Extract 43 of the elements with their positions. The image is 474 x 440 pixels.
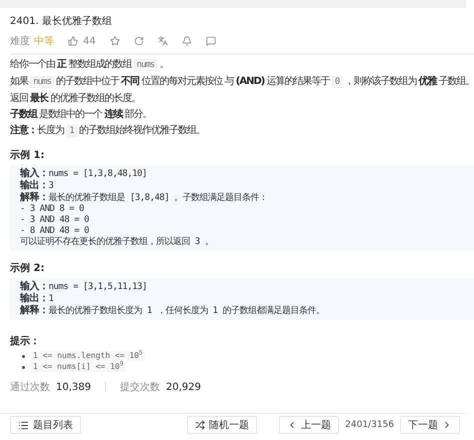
hints-heading: 提示： <box>10 334 41 348</box>
description-text: 子数组 是数组中的一个 连续 部分。 <box>10 108 153 121</box>
example-line: 输入：nums = [3,1,5,11,13] <box>20 281 148 292</box>
shuffle-icon <box>195 420 206 430</box>
problem-position: 2401/3156 <box>345 420 394 430</box>
translate-icon[interactable] <box>158 36 168 46</box>
bullet-icon <box>22 354 25 358</box>
description-text: 如果 nums 的子数组中位于 不同 位置的每对元素按位 与 (AND) 运算的结果等于 0 ，则称该子数组为 优雅 子数组。 <box>10 75 474 89</box>
bullet-icon <box>22 366 25 368</box>
problem-title: 2401. 最长优雅子数组 <box>10 14 113 28</box>
description-text: 给你一个由 正 整数组成的数组 nums 。 <box>10 58 170 72</box>
hint-text: 1 <= nums[i] <= 10$^{9}$ <box>31 362 126 372</box>
random-button[interactable]: 随机一题 <box>187 416 258 434</box>
example-heading: 示例 1: <box>10 148 46 162</box>
problem-list-button[interactable]: 题目列表 <box>10 416 81 434</box>
comment-icon[interactable] <box>206 36 216 46</box>
refresh-icon[interactable] <box>134 36 144 46</box>
description-text: 返回 最长 的优雅子数组的长度。 <box>10 92 142 105</box>
example-line: 输入：nums = [1,3,8,48,10] <box>20 168 148 180</box>
star-icon[interactable] <box>110 36 120 46</box>
difficulty-label: 难度 <box>10 34 30 48</box>
example-line: - 3 AND 48 = 0 <box>20 215 90 226</box>
hint-text: 1 <= nums.length <= 10$^{5}$ <box>31 351 145 361</box>
example-line: - 8 AND 48 = 0 <box>20 226 90 236</box>
next-button[interactable]: 下一题 <box>400 416 460 434</box>
example-line: 解释：最长的优雅子数组长度为 1 ，任何长度为 1 的子数组都满足题目条件。 <box>20 305 326 317</box>
stat-label: 提交次数 <box>120 380 160 394</box>
stat-label: 通过次数 <box>10 380 50 394</box>
example-line: 解释：最长的优雅子数组是 [3,8,48] 。子数组满足题目条件： <box>20 192 269 204</box>
example-line: 可以证明不存在更长的优雅子数组，所以返回 3 。 <box>20 237 214 248</box>
thumbs-up-icon[interactable] <box>68 36 78 46</box>
example-heading: 示例 2: <box>10 262 46 275</box>
example-line: 输出：3 <box>20 180 54 192</box>
example-line: 输出：1 <box>20 293 54 304</box>
example-line: - 3 AND 8 = 0 <box>20 204 85 215</box>
description-text: 注意：长度为 1 的子数组始终视作优雅子数组。 <box>10 124 206 138</box>
previous-button[interactable]: 上一题 <box>279 416 340 434</box>
like-count: 44 <box>83 36 96 46</box>
bell-icon[interactable] <box>182 36 192 46</box>
stat-value: 10,389 <box>56 382 91 392</box>
stat-value: 20,929 <box>166 382 201 392</box>
difficulty-value: 中等 <box>34 34 54 48</box>
list-icon <box>18 420 29 430</box>
